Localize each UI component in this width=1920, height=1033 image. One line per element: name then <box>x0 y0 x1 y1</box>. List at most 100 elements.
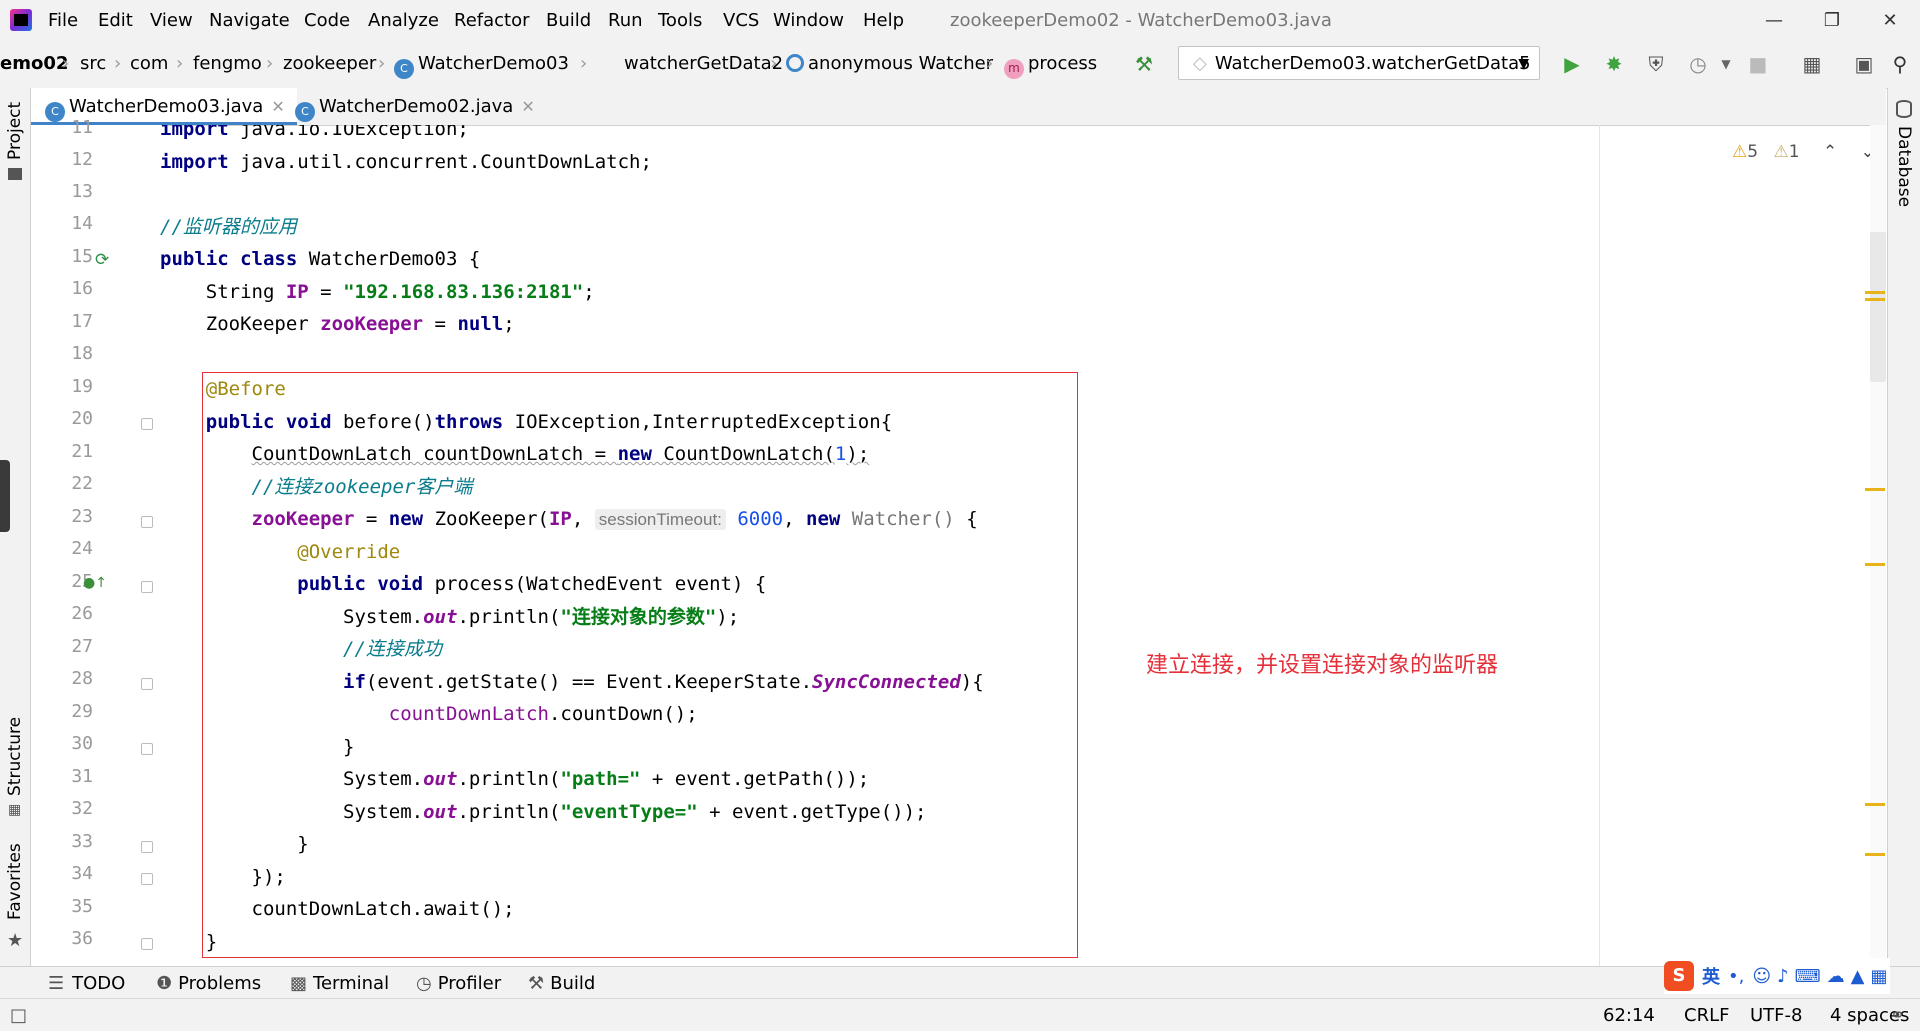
warning-marker[interactable] <box>1865 563 1885 566</box>
emoji-icon[interactable]: ☺ <box>1752 966 1771 987</box>
breadcrumb-com[interactable]: com <box>130 40 168 88</box>
skin-icon[interactable]: ☁ <box>1827 966 1845 987</box>
tool-profiler[interactable]: ◷ Profiler <box>416 967 501 999</box>
breadcrumb-fengmo[interactable]: fengmo <box>193 40 262 88</box>
drag-handle[interactable] <box>0 460 10 532</box>
tool-project[interactable]: Project <box>5 102 25 160</box>
profiler-icon: ◷ <box>416 973 432 994</box>
tool-favorites[interactable]: Favorites <box>5 843 25 920</box>
code-line: //监听器的应用 <box>160 216 297 238</box>
warning-marker[interactable] <box>1865 291 1885 294</box>
tab-watcherdemo02[interactable]: C WatcherDemo02.java ✕ <box>281 88 547 125</box>
menu-code[interactable]: Code <box>296 0 358 40</box>
close-tab-icon[interactable]: ✕ <box>521 97 534 116</box>
chevron-right-icon: › <box>266 53 274 74</box>
inspection-widget[interactable]: ⚠5 ⚠1 ⌃ ⌄ <box>1732 142 1875 162</box>
search-icon[interactable]: ⚲ <box>1886 50 1914 78</box>
line-number: 24 <box>71 538 93 559</box>
menu-edit[interactable]: Edit <box>90 0 141 40</box>
chevron-down-icon[interactable]: ▼ <box>1712 50 1740 78</box>
tool-build[interactable]: ⚒ Build <box>528 967 595 999</box>
warning-marker[interactable] <box>1865 853 1885 856</box>
profile-icon[interactable]: ◷ <box>1684 50 1712 78</box>
tool-todo[interactable]: ☰ TODO <box>48 967 125 999</box>
tool-database[interactable]: Database <box>1894 126 1914 207</box>
close-icon[interactable]: ✕ <box>1861 0 1919 40</box>
line-number: 33 <box>71 831 93 852</box>
chevron-down-icon: ▼ <box>1518 56 1529 72</box>
breadcrumb-method[interactable]: watcherGetData2 <box>624 40 783 88</box>
menu-refactor[interactable]: Refactor <box>446 0 538 40</box>
coverage-icon[interactable]: ⛨ <box>1642 50 1670 78</box>
line-number: 23 <box>71 506 93 527</box>
menu-window[interactable]: Window <box>765 0 852 40</box>
weak-warning-icon: ⚠ <box>1773 142 1789 162</box>
stop-icon[interactable]: ■ <box>1744 50 1772 78</box>
ime-language[interactable]: 英 <box>1702 963 1720 989</box>
grid-icon[interactable]: ▦ <box>1870 966 1887 987</box>
menu-run[interactable]: Run <box>600 0 651 40</box>
run-gutter-icon[interactable]: ⟳ <box>95 250 109 270</box>
line-number: 31 <box>71 766 93 787</box>
code-line: String IP = "192.168.83.136:2181"; <box>160 281 595 303</box>
lock-icon[interactable]: ⚭ <box>1890 999 1905 1031</box>
breadcrumb-process[interactable]: m process <box>1004 40 1097 88</box>
breadcrumb-anonymous[interactable]: anonymous Watcher <box>786 40 993 88</box>
tool-structure[interactable]: Structure <box>5 717 25 796</box>
run-icon[interactable]: ▶ <box>1558 50 1586 78</box>
menu-analyze[interactable]: Analyze <box>360 0 447 40</box>
breadcrumb-class-label: WatcherDemo03 <box>418 53 569 74</box>
fold-icon[interactable] <box>141 581 153 593</box>
implements-gutter-icon[interactable]: ●↑ <box>83 575 107 591</box>
chevron-up-icon[interactable]: ⌃ <box>1823 142 1837 162</box>
microphone-icon[interactable]: ♪ <box>1777 966 1789 987</box>
menu-navigate[interactable]: Navigate <box>201 0 298 40</box>
fold-icon[interactable] <box>141 841 153 853</box>
layout-toggle-icon[interactable]: □ <box>10 999 27 1031</box>
line-number: 30 <box>71 733 93 754</box>
scrollbar-thumb[interactable] <box>1870 232 1886 382</box>
warning-marker[interactable] <box>1865 298 1885 301</box>
breadcrumb-src[interactable]: src <box>80 40 106 88</box>
chevron-right-icon: › <box>770 53 778 74</box>
line-separator[interactable]: CRLF <box>1684 999 1729 1031</box>
menu-build[interactable]: Build <box>538 0 599 40</box>
menu-vcs[interactable]: VCS <box>715 0 767 40</box>
fold-icon[interactable] <box>141 516 153 528</box>
warning-marker[interactable] <box>1865 488 1885 491</box>
breadcrumb-project[interactable]: emo02 <box>0 40 68 88</box>
tool-problems[interactable]: ❶ Problems <box>156 967 261 999</box>
caret-position[interactable]: 62:14 <box>1603 999 1655 1031</box>
menu-help[interactable]: Help <box>855 0 912 40</box>
menu-view[interactable]: View <box>142 0 201 40</box>
punctuation-icon[interactable]: •, <box>1728 966 1744 987</box>
breadcrumb-zookeeper[interactable]: zookeeper <box>283 40 376 88</box>
keyboard-icon[interactable]: ⌨ <box>1795 966 1821 987</box>
editor-gutter: 11 12 13 14 15 16 17 18 19 20 21 22 23 2… <box>31 117 161 966</box>
minimize-icon[interactable]: — <box>1745 0 1803 40</box>
tool-terminal[interactable]: ▩ Terminal <box>290 967 389 999</box>
fold-icon[interactable] <box>141 873 153 885</box>
breadcrumb-class[interactable]: C WatcherDemo03 <box>394 40 569 88</box>
menu-tools[interactable]: Tools <box>650 0 710 40</box>
warning-marker[interactable] <box>1865 803 1885 806</box>
build-hammer-icon[interactable]: ⚒ <box>1130 50 1158 78</box>
presentation-icon[interactable]: ▣ <box>1850 50 1878 78</box>
line-number: 14 <box>71 213 93 234</box>
tab-label: WatcherDemo02.java <box>319 96 514 117</box>
debug-icon[interactable]: ✸ <box>1600 50 1628 78</box>
project-structure-icon[interactable]: ▦ <box>1798 50 1826 78</box>
line-number: 35 <box>71 896 93 917</box>
file-encoding[interactable]: UTF-8 <box>1750 999 1802 1031</box>
run-configuration-select[interactable]: ◇ WatcherDemo03.watcherGetData5 ▼ <box>1178 46 1540 80</box>
ime-toolbar[interactable]: S 英 •, ☺ ♪ ⌨ ☁ ▲ ▦ <box>1664 958 1890 994</box>
line-number: 26 <box>71 603 93 624</box>
restore-icon[interactable]: ❐ <box>1803 0 1861 40</box>
fold-icon[interactable] <box>141 743 153 755</box>
shirt-icon[interactable]: ▲ <box>1851 966 1865 987</box>
fold-icon[interactable] <box>141 418 153 430</box>
list-icon: ☰ <box>48 973 65 994</box>
fold-icon[interactable] <box>141 678 153 690</box>
fold-icon[interactable] <box>141 938 153 950</box>
menu-file[interactable]: File <box>40 0 86 40</box>
